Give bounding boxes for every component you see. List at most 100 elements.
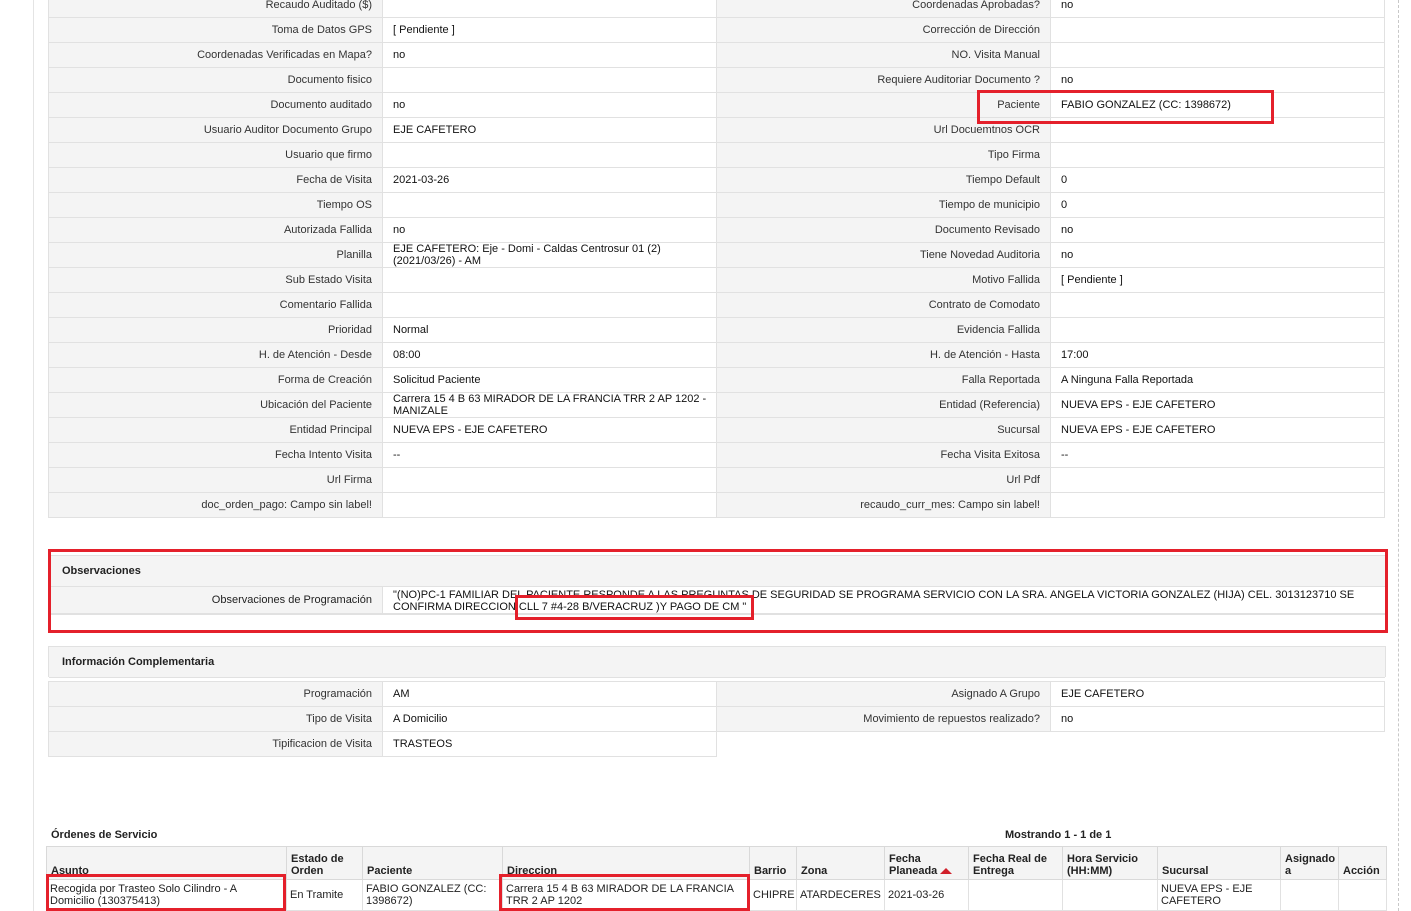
- field-value: [1050, 17, 1385, 43]
- orders-column-header[interactable]: Asunto: [46, 846, 287, 880]
- field-value: [382, 142, 717, 168]
- detail-row: Fecha Intento Visita -- Fecha Visita Exito…: [48, 442, 1385, 468]
- field-value: [1050, 492, 1385, 518]
- detail-row: Documento fisico Requiere Auditoriar Docu…: [48, 67, 1385, 93]
- orders-column-header[interactable]: Sucursal: [1157, 846, 1281, 880]
- field-value: --: [1050, 442, 1385, 468]
- orders-column-header[interactable]: Hora Servicio (HH:MM): [1062, 846, 1158, 880]
- observaciones-value: "(NO)PC-1 FAMILIAR DEL PACIENTE RESPONDE…: [393, 589, 1355, 613]
- column-header-label: Barrio: [754, 865, 787, 877]
- info-complementaria-table: Programación AM Asignado A Grupo EJE CAFETE…: [48, 681, 1385, 757]
- field-value: no: [1050, 706, 1385, 732]
- observaciones-label: Observaciones de Programación: [49, 587, 383, 613]
- orders-column-header[interactable]: Barrio: [749, 846, 797, 880]
- field-label: Sucursal: [716, 417, 1051, 443]
- order-cell: CHIPRE: [749, 879, 797, 911]
- field-label: NO. Visita Manual: [716, 42, 1051, 68]
- orders-column-header[interactable]: Fecha Real de Entrega: [968, 846, 1063, 880]
- field-label: recaudo_curr_mes: Campo sin label!: [716, 492, 1051, 518]
- field-label: Documento auditado: [48, 92, 383, 118]
- field-value: A Ninguna Falla Reportada: [1050, 367, 1385, 393]
- info-row: Tipificacion de Visita TRASTEOS: [48, 731, 1385, 757]
- info-row: Tipo de Visita A Domicilio Movimiento de r…: [48, 706, 1385, 732]
- field-label: Toma de Datos GPS: [48, 17, 383, 43]
- page-left-border: [33, 0, 34, 911]
- detail-row: Usuario Auditor Documento Grupo EJE CAFET…: [48, 117, 1385, 143]
- field-label: Coordenadas Verificadas en Mapa?: [48, 42, 383, 68]
- field-value: AM: [382, 681, 717, 707]
- orders-column-header[interactable]: Zona: [796, 846, 885, 880]
- order-row[interactable]: Recogida por Trasteo Solo Cilindro - A D…: [46, 879, 1387, 911]
- field-value: --: [382, 442, 717, 468]
- field-label: Entidad Principal: [48, 417, 383, 443]
- detail-row: Prioridad Normal Evidencia Fallida: [48, 317, 1385, 343]
- detail-row: Fecha de Visita 2021-03-26 Tiempo Default 0: [48, 167, 1385, 193]
- field-value: NUEVA EPS - EJE CAFETERO: [382, 417, 717, 443]
- field-label: Corrección de Dirección: [716, 17, 1051, 43]
- order-cell: En Tramite: [286, 879, 363, 911]
- order-cell: ATARDECERES: [796, 879, 885, 911]
- column-header-label: Fecha Real de Entrega: [973, 853, 1047, 877]
- observaciones-row: Observaciones de Programación "(NO)PC-1 …: [49, 587, 1385, 614]
- field-value: no: [1050, 242, 1385, 268]
- field-label: Contrato de Comodato: [716, 292, 1051, 318]
- field-value: EJE CAFETERO: [1050, 681, 1385, 707]
- field-value: [ Pendiente ]: [382, 17, 717, 43]
- field-label: Usuario Auditor Documento Grupo: [48, 117, 383, 143]
- field-label: Tiempo de municipio: [716, 192, 1051, 218]
- column-header-label: Asignado a: [1285, 853, 1336, 877]
- field-value: [382, 67, 717, 93]
- orders-column-header[interactable]: Paciente: [362, 846, 503, 880]
- column-header-label: Paciente: [367, 865, 413, 877]
- field-label: Prioridad: [48, 317, 383, 343]
- orders-column-header[interactable]: Asignado a: [1280, 846, 1339, 880]
- field-label: Programación: [48, 681, 383, 707]
- order-cell[interactable]: Recogida por Trasteo Solo Cilindro - A D…: [46, 879, 287, 911]
- field-value: [1050, 117, 1385, 143]
- info-complementaria-title: Información Complementaria: [49, 647, 1385, 678]
- order-cell: FABIO GONZALEZ (CC: 1398672): [362, 879, 503, 911]
- field-value: [1050, 42, 1385, 68]
- field-label: Recaudo Auditado ($): [48, 0, 383, 18]
- field-label: Tiempo OS: [48, 192, 383, 218]
- field-label: Autorizada Fallida: [48, 217, 383, 243]
- field-value: no: [1050, 217, 1385, 243]
- field-label: Coordenadas Aprobadas?: [716, 0, 1051, 18]
- orders-column-header[interactable]: Acción: [1338, 846, 1387, 880]
- detail-row: Forma de Creación Solicitud Paciente Falla…: [48, 367, 1385, 393]
- field-label: Fecha Intento Visita: [48, 442, 383, 468]
- field-value: Normal: [382, 317, 717, 343]
- sort-ascending-icon[interactable]: [940, 868, 953, 875]
- detail-row: Url Firma Url Pdf: [48, 467, 1385, 493]
- orders-column-header[interactable]: Estado de Orden: [286, 846, 363, 880]
- order-cell: NUEVA EPS - EJE CAFETERO: [1157, 879, 1281, 911]
- orders-column-header[interactable]: Direccion: [502, 846, 750, 880]
- field-label: Asignado A Grupo: [716, 681, 1051, 707]
- field-value: [1050, 292, 1385, 318]
- field-value: [1050, 317, 1385, 343]
- field-value: [1050, 467, 1385, 493]
- column-header-label: Asunto: [51, 865, 89, 877]
- field-label: Planilla: [48, 242, 383, 268]
- field-value: Solicitud Paciente: [382, 367, 717, 393]
- column-header-label: Fecha Planeada: [889, 853, 938, 877]
- field-label: Usuario que firmo: [48, 142, 383, 168]
- field-value: [1050, 142, 1385, 168]
- detail-row: Coordenadas Verificadas en Mapa? no NO. Vi…: [48, 42, 1385, 68]
- visit-details-table: Recaudo Auditado ($) Coordenadas Aprobada…: [48, 0, 1385, 518]
- field-value: NUEVA EPS - EJE CAFETERO: [1050, 392, 1385, 418]
- detail-row: Sub Estado Visita Motivo Fallida[ Pendien…: [48, 267, 1385, 293]
- orders-table: Asunto Estado de Orden Paciente Direccion Ba…: [46, 846, 1387, 911]
- field-value: no: [382, 42, 717, 68]
- field-value: no: [382, 92, 717, 118]
- field-label: Documento fisico: [48, 67, 383, 93]
- orders-column-header[interactable]: Fecha Planeada: [884, 846, 969, 880]
- column-header-label: Zona: [801, 865, 828, 877]
- field-label: doc_orden_pago: Campo sin label!: [48, 492, 383, 518]
- order-cell: [1338, 879, 1387, 911]
- order-cell: Carrera 15 4 B 63 MIRADOR DE LA FRANCIA …: [502, 879, 750, 911]
- field-label: Movimiento de repuestos realizado?: [716, 706, 1051, 732]
- detail-row: Planilla EJE CAFETERO: Eje - Domi - Calda…: [48, 242, 1385, 268]
- field-value: [382, 292, 717, 318]
- field-label: Url Pdf: [716, 467, 1051, 493]
